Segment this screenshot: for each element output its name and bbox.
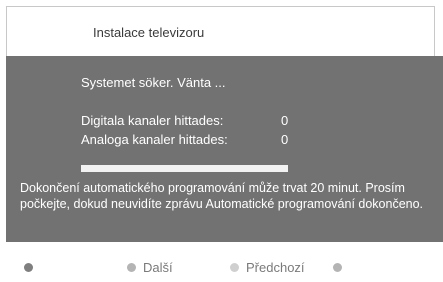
digital-channels-label: Digitala kanaler hittades: <box>81 113 224 128</box>
digital-channels-row: Digitala kanaler hittades: 0 <box>81 113 288 128</box>
page-title: Instalace televizoru <box>93 25 205 40</box>
header: Instalace televizoru <box>6 6 435 56</box>
analog-channels-row: Analoga kanaler hittades: 0 <box>81 132 288 147</box>
next-button-label[interactable]: Další <box>143 260 173 275</box>
tv-installation-screen: Instalace televizoru Systemet söker. Vän… <box>0 0 443 282</box>
search-progress-fill <box>81 165 288 172</box>
red-key-dot-icon[interactable] <box>24 263 33 272</box>
green-key-dot-icon[interactable] <box>127 263 136 272</box>
footer-key-bar: Další Předchozí <box>0 242 443 282</box>
search-progress-bar <box>81 165 288 172</box>
analog-channels-label: Analoga kanaler hittades: <box>81 132 228 147</box>
info-message: Dokončení automatického programování můž… <box>20 181 424 211</box>
search-status-text: Systemet söker. Vänta ... <box>81 75 226 90</box>
digital-channels-count: 0 <box>281 113 289 128</box>
search-panel: Systemet söker. Vänta ... Digitala kanal… <box>6 56 443 242</box>
yellow-key-dot-icon[interactable] <box>230 263 239 272</box>
analog-channels-count: 0 <box>281 132 289 147</box>
previous-button-label[interactable]: Předchozí <box>246 260 305 275</box>
blue-key-dot-icon[interactable] <box>333 263 342 272</box>
